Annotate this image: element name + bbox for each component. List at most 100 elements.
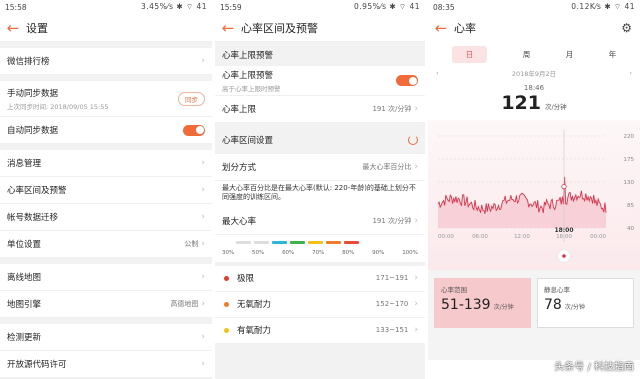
zone-bar	[344, 241, 359, 245]
chevron-right-icon: ›	[201, 212, 205, 222]
item-sublabel: 高于心率上限时预警	[222, 84, 281, 93]
x-tick-label: 18:00	[556, 234, 572, 240]
max-heart-rate-row[interactable]: 最大心率 191 次/分钟 ›	[215, 207, 425, 235]
zone-settings-header: 心率区间设置	[215, 127, 425, 154]
settings-item-account-migration[interactable]: 帐号数据迁移 ›	[0, 204, 212, 231]
card-value: 78	[544, 297, 562, 313]
x-tick-label: 00:00	[590, 234, 606, 240]
item-label: 单位设置	[7, 240, 42, 250]
item-label: 心率上限预警	[222, 70, 274, 81]
settings-item-manual-sync: 手动同步数据 上次同步时间: 2018/09/05 15:55 同步	[0, 81, 212, 117]
tab-day[interactable]: 日	[451, 45, 488, 63]
status-time: 15:58	[5, 2, 27, 12]
item-label: 消息管理	[7, 159, 42, 169]
item-label: 微信排行榜	[7, 57, 50, 67]
gear-icon[interactable]: ⚙	[621, 21, 632, 35]
item-value: 191 次/分钟	[372, 216, 412, 225]
chevron-right-icon: ›	[201, 359, 205, 369]
y-tick-label: 175	[624, 157, 635, 163]
period-tabs: 日 周 月 年	[428, 42, 640, 66]
back-arrow-icon[interactable]: ←	[428, 19, 454, 37]
item-label: 地图引擎	[7, 300, 42, 310]
zone-percent: 100%	[402, 249, 418, 256]
settings-item-open-source[interactable]: 开放源代码许可 ›	[0, 351, 212, 378]
item-label: 心率区间及预警	[7, 186, 67, 196]
auto-sync-toggle[interactable]	[183, 124, 205, 136]
zone-percent-labels: 30% 50% 60% 70% 80% 90% 100%	[222, 247, 418, 262]
app-bar: ← 心率 ⚙	[428, 14, 640, 42]
zone-color-bars	[222, 239, 418, 247]
chevron-right-icon: ›	[414, 215, 418, 226]
y-tick-label: 130	[624, 180, 635, 186]
resting-heart-rate-card[interactable]: 静息心率 78 次/分钟	[537, 278, 634, 328]
chevron-right-icon: ›	[414, 299, 418, 310]
chevron-right-icon: ›	[201, 332, 205, 342]
tab-year[interactable]: 年	[609, 49, 617, 60]
warning-toggle[interactable]	[396, 75, 418, 86]
y-tick-label: 85	[627, 203, 634, 209]
zone-percent: 70%	[312, 249, 325, 256]
sync-button[interactable]: 同步	[178, 91, 205, 106]
x-tick-label: 06:00	[472, 234, 488, 240]
reading-time: 18:46	[523, 84, 545, 92]
zone-bar	[326, 241, 341, 245]
back-arrow-icon[interactable]: ←	[0, 19, 26, 37]
zone-dot	[224, 301, 229, 307]
heart-rate-limit-row[interactable]: 心率上限 191 次/分钟 ›	[215, 96, 425, 123]
chevron-right-icon: ›	[414, 162, 418, 172]
card-value: 51-139	[441, 297, 491, 313]
settings-item-units[interactable]: 单位设置 公制 ›	[0, 231, 212, 258]
chevron-left-icon[interactable]: ‹	[436, 69, 439, 77]
marker-time-label: 18:00	[554, 227, 573, 234]
status-indicators: 0.95%⁄s ✱ ⌔ 41	[353, 2, 420, 11]
zone-row[interactable]: 有氧耐力 133~151 ›	[215, 317, 425, 344]
scrubber-dot	[562, 254, 566, 258]
item-value: 高德地图	[170, 300, 199, 308]
item-label: 离线地图	[7, 273, 42, 283]
app-bar: ← 设置	[0, 14, 212, 42]
tab-week[interactable]: 周	[523, 49, 531, 60]
card-title: 心率范围	[441, 286, 467, 294]
settings-item-wechat-ranking[interactable]: 微信排行榜 ›	[0, 48, 212, 75]
chevron-right-icon: ›	[201, 272, 205, 282]
chevron-right-icon[interactable]: ›	[629, 69, 632, 77]
x-tick-label: 00:00	[438, 234, 454, 240]
zone-range: 152~170	[375, 300, 409, 309]
chevron-right-icon: ›	[414, 325, 418, 336]
zone-bar	[236, 241, 251, 245]
zone-dot	[224, 327, 229, 333]
settings-item-heart-rate-zones[interactable]: 心率区间及预警 ›	[0, 177, 212, 204]
zone-row[interactable]: 无氧耐力 152~170 ›	[215, 291, 425, 318]
settings-item-offline-map[interactable]: 离线地图 ›	[0, 264, 212, 291]
status-indicators: 3.45%⁄s ✱ ⌔ 41	[140, 2, 207, 11]
settings-item-check-update[interactable]: 检测更新 ›	[0, 324, 212, 351]
app-bar: ← 心率区间及预警	[215, 14, 425, 42]
current-point	[561, 184, 567, 190]
chevron-right-icon: ›	[201, 158, 205, 168]
item-label: 最大心率	[222, 216, 257, 227]
section-heading-warning: 心率上限预警	[215, 42, 425, 66]
item-value: 公制	[184, 240, 199, 248]
y-tick-label: 40	[627, 226, 634, 232]
current-date: 2018年9月2日	[511, 70, 557, 78]
status-time: 08:35	[433, 2, 455, 12]
back-arrow-icon[interactable]: ←	[215, 19, 241, 37]
tab-month[interactable]: 月	[566, 49, 574, 60]
item-label: 开放源代码许可	[7, 360, 67, 370]
zone-percent: 30%	[222, 249, 235, 256]
settings-screen: 15:58 3.45%⁄s ✱ ⌔ 41 ← 设置 微信排行榜 › 手动同步数据…	[0, 0, 212, 379]
card-title: 静息心率	[544, 286, 570, 294]
zone-bar	[272, 241, 287, 245]
zone-percent: 80%	[342, 249, 355, 256]
settings-item-map-engine[interactable]: 地图引擎 高德地图 ›	[0, 291, 212, 318]
item-label: 自动同步数据	[7, 126, 59, 136]
zone-row[interactable]: 极限 171~191 ›	[215, 265, 425, 292]
heart-rate-chart[interactable]: 220 175 130 85 40 00:00 06:00 12:00 18:00 00:00 18…	[428, 120, 640, 270]
settings-item-messages[interactable]: 消息管理 ›	[0, 150, 212, 177]
current-heart-rate: 18:46 121 次/分钟	[428, 84, 640, 114]
heart-rate-range-card[interactable]: 心率范围 51-139 次/分钟	[434, 278, 531, 328]
status-time: 15:59	[220, 2, 242, 12]
division-method-row[interactable]: 划分方式 最大心率百分比 ›	[215, 154, 425, 181]
zone-bar	[254, 241, 269, 245]
heart-rate-unit: 次/分钟	[544, 103, 567, 111]
